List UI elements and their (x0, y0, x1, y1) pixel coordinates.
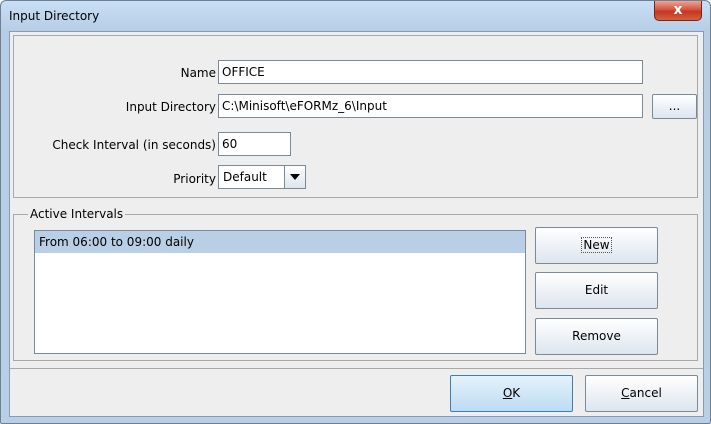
chevron-down-icon[interactable] (284, 166, 305, 188)
edit-label: Edit (584, 283, 609, 297)
priority-selected-value: Default (223, 170, 267, 184)
ok-mnemonic: O (502, 386, 513, 400)
browse-label: ... (668, 99, 681, 113)
title-bar[interactable]: Input Directory x (1, 1, 710, 31)
cancel-label-rest: ancel (629, 386, 662, 400)
edit-button[interactable]: Edit (535, 272, 658, 309)
list-item[interactable]: From 06:00 to 09:00 daily (35, 231, 525, 253)
input-directory-label: Input Directory (125, 100, 216, 114)
active-intervals-title: Active Intervals (28, 207, 126, 221)
ok-label-rest: K (512, 386, 521, 400)
input-directory-dialog: Input Directory x Name OFFICE Input Dire… (0, 0, 711, 424)
window-title: Input Directory (9, 9, 100, 23)
browse-button[interactable]: ... (652, 94, 697, 119)
new-button[interactable]: New (535, 227, 658, 264)
check-interval-label: Check Interval (in seconds) (52, 138, 216, 152)
dialog-content: Name OFFICE Input Directory C:\Minisoft\… (9, 31, 704, 417)
close-icon: x (673, 2, 683, 18)
ok-button[interactable]: OK (450, 375, 573, 412)
remove-button[interactable]: Remove (535, 318, 658, 355)
cancel-button[interactable]: Cancel (585, 375, 698, 412)
intervals-list[interactable]: From 06:00 to 09:00 daily (34, 230, 526, 354)
priority-label: Priority (173, 172, 216, 186)
name-field[interactable]: OFFICE (218, 60, 643, 84)
priority-dropdown[interactable]: Default (218, 165, 306, 189)
name-label: Name (180, 66, 216, 80)
new-label: New (581, 237, 612, 253)
check-interval-field[interactable]: 60 (218, 132, 291, 156)
cancel-mnemonic: C (621, 386, 630, 400)
remove-label: Remove (572, 329, 621, 343)
close-button[interactable]: x (654, 1, 702, 21)
cancel-label: Cancel (621, 386, 662, 400)
input-directory-field[interactable]: C:\Minisoft\eFORMz_6\Input (218, 94, 643, 118)
ok-label: OK (503, 386, 520, 400)
